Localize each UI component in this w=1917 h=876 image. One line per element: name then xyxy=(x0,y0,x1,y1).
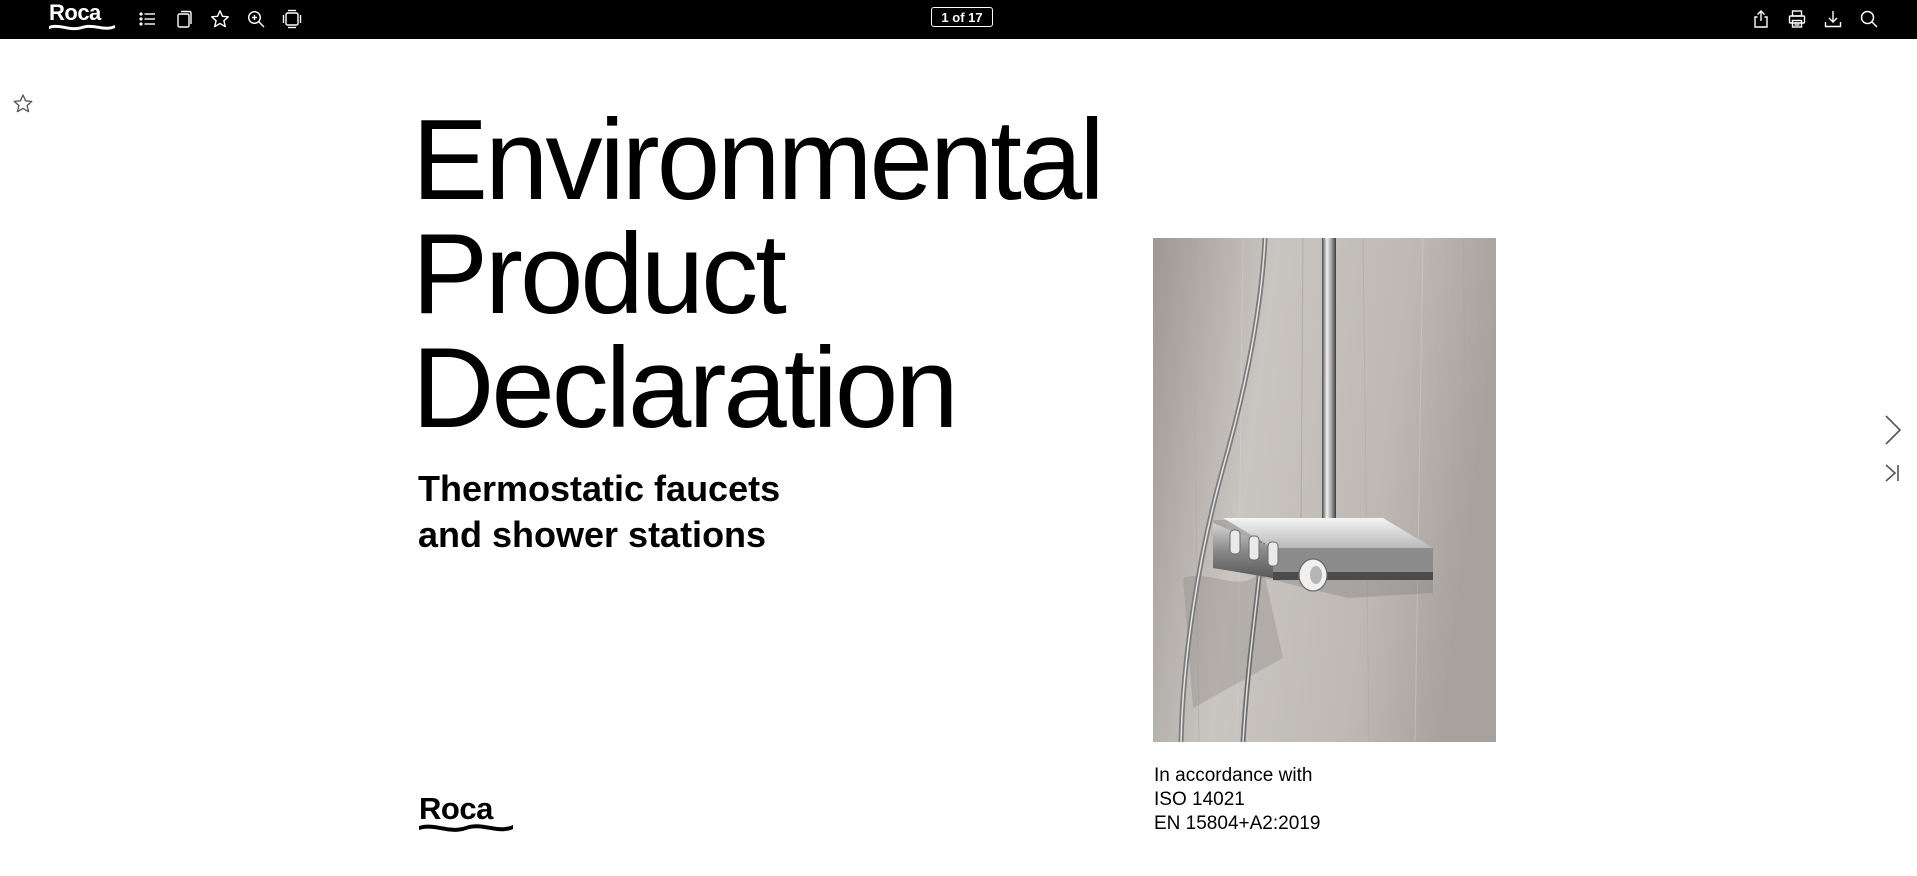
top-toolbar: Roca 1 of 17 xyxy=(0,0,1917,39)
zoom-icon[interactable] xyxy=(243,6,269,32)
roca-logo[interactable]: Roca xyxy=(48,1,116,33)
print-icon[interactable] xyxy=(1784,6,1810,32)
page-counter[interactable]: 1 of 17 xyxy=(931,7,993,27)
title-line: Environmental xyxy=(412,97,1105,224)
table-of-contents-icon[interactable] xyxy=(135,6,161,32)
bookmark-star-icon[interactable] xyxy=(207,6,233,32)
subtitle-line: and shower stations xyxy=(418,514,767,555)
title-line: Declaration xyxy=(412,325,959,452)
standards-line: In accordance with xyxy=(1154,765,1313,786)
download-icon[interactable] xyxy=(1820,6,1846,32)
chevron-right-icon[interactable] xyxy=(1879,413,1905,447)
document-subtitle: Thermostatic faucets and shower stations xyxy=(418,466,780,558)
title-line: Product xyxy=(412,211,787,338)
search-icon[interactable] xyxy=(1856,6,1882,32)
pages-icon[interactable] xyxy=(171,6,197,32)
share-icon[interactable] xyxy=(1748,6,1774,32)
svg-text:Roca: Roca xyxy=(419,792,494,826)
subtitle-line: Thermostatic faucets xyxy=(418,468,781,509)
document-title: Environmental Product Declaration xyxy=(412,97,1105,452)
bookmark-page-star-icon[interactable] xyxy=(11,92,35,116)
last-page-icon[interactable] xyxy=(1883,462,1901,484)
fullscreen-icon[interactable] xyxy=(279,6,305,32)
roca-footer-logo: Roca xyxy=(419,792,513,832)
standards-line: EN 15804+A2:2019 xyxy=(1154,813,1321,834)
standards-line: ISO 14021 xyxy=(1154,789,1245,810)
thermostatic-shower-station-photo xyxy=(1153,238,1496,742)
standards-note: In accordance with ISO 14021 EN 15804+A2… xyxy=(1154,764,1320,836)
svg-text:Roca: Roca xyxy=(49,1,102,25)
